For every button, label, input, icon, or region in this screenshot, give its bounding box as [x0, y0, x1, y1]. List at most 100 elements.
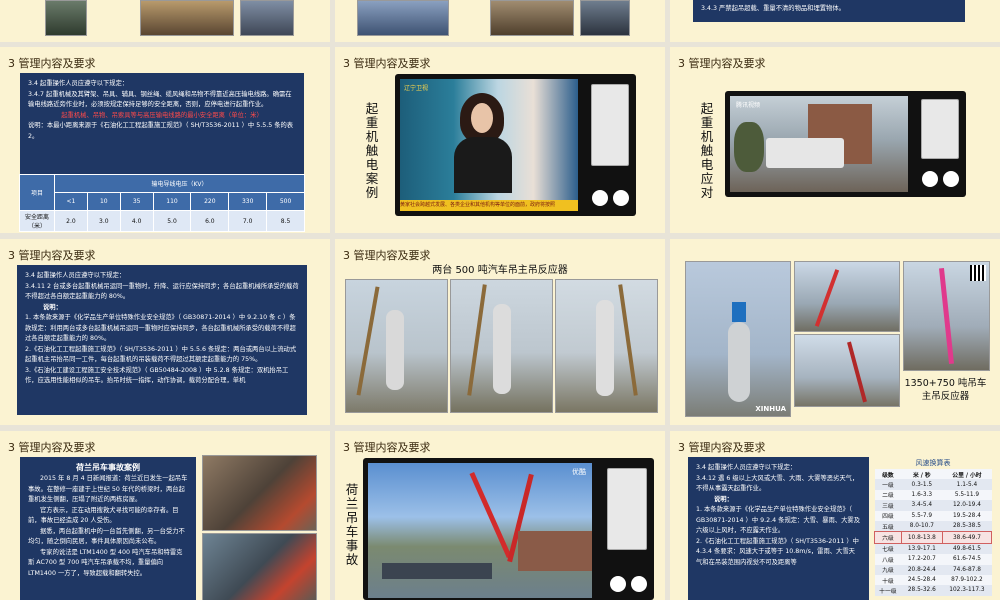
case-paragraph: 官方表示，正在动用搜救犬寻找可能的幸存者。目前，事故已经造成 20 人受伤。 [28, 506, 179, 525]
wind-cell: 3.4-5.4 [901, 500, 943, 511]
distance-cell: 2.0 [54, 210, 88, 232]
player-side-panel [591, 84, 629, 166]
vertical-caption: 起重机触电应对 [700, 101, 714, 200]
wind-cell: 1.6-3.3 [901, 489, 943, 501]
wind-cell: 13.9-17.1 [901, 543, 943, 555]
note-text: 说明：本最小距离来源于《石油化工工程起重施工规范》（ SH/T3536-2011… [28, 122, 294, 140]
vertical-caption: 荷兰吊车事故 [345, 482, 359, 567]
rule-heading: 3.4 起重操作人员应遵守以下规定： [25, 272, 126, 279]
play-button[interactable] [922, 171, 938, 187]
slide-title: 3 管理内容及要求 [678, 441, 766, 454]
video-screen[interactable]: 辽宁卫视 黄家社会跨越式发展、各类企业和其他机构等单位的面前，政府将按照 [400, 79, 578, 211]
slide-1[interactable]: 3 管理内容及要求 3.4 起重操作人员应遵守以下规定： 3.4.7 起重机械及… [0, 47, 330, 233]
note-text: 1. 本条款来源于《化学品生产单位特殊作业安全规范》（ GB30871-2014… [25, 314, 296, 342]
distance-cell: 5.0 [152, 210, 192, 232]
slide-top-middle[interactable] [335, 0, 665, 42]
table-row: 六级 10.8-13.8 38.6-49.7 [874, 531, 993, 544]
slide-title: 3 管理内容及要求 [343, 441, 431, 454]
table-row: 一级 0.3-1.5 1.1-5.4 [874, 479, 992, 490]
wind-cell: 七级 [874, 543, 902, 555]
slide-title: 3 管理内容及要求 [343, 57, 431, 70]
photo-thumbnail [580, 0, 630, 36]
rule-heading: 3.4 起重操作人员应遵守以下规定： [696, 464, 797, 471]
table-row-label: 安全距离（米） [19, 210, 55, 232]
table-row: 十级 24.5-28.4 87.9-102.2 [874, 574, 992, 586]
crane-boom [618, 284, 638, 396]
slide-4[interactable]: 3 管理内容及要求 3.4 起重操作人员应遵守以下规定： 3.4.11 2 台或… [0, 239, 330, 425]
video-screen[interactable]: 腾讯视频 [730, 96, 908, 192]
rule-text: 3.4.3 严禁起吊超载、重量不清的物品和埋置物体。 [701, 5, 845, 12]
voltage-cell: 35 [119, 192, 154, 211]
slide-6[interactable]: XINHUA 1350+750 吨吊车 主吊反应器 [670, 239, 1000, 425]
video-player[interactable]: 辽宁卫视 黄家社会跨越式发展、各类企业和其他机构等单位的面前，政府将按照 [395, 74, 636, 216]
video-screen[interactable]: 优酷 [368, 463, 592, 598]
channel-logo: 腾讯视频 [736, 102, 761, 109]
photo-thumbnail [240, 0, 294, 36]
photo-watermark: XINHUA [755, 405, 786, 413]
text-panel: 3.4 起重操作人员应遵守以下规定： 3.4.11 2 台或多台起重机械吊运同一… [17, 265, 307, 415]
reactor-vessel [386, 310, 404, 390]
wind-cell: 八级 [874, 554, 902, 565]
lifting-hook [732, 302, 746, 322]
wind-header-cell: 级数 [874, 469, 902, 480]
wind-cell: 61.6-74.5 [942, 554, 992, 565]
crane-boom [938, 268, 955, 364]
slide-top-right[interactable]: 3.4.3 严禁起吊超载、重量不清的物品和埋置物体。 [670, 0, 1000, 42]
photo-thumbnail [490, 0, 574, 36]
slide-top-left[interactable] [0, 0, 330, 42]
case-paragraph: 2015 年 8 月 4 日新闻报道：荷兰近日发生一起吊车事故。在整修一座建于上… [28, 475, 188, 503]
wind-cell: 十级 [874, 574, 902, 586]
crane-boom [814, 269, 840, 327]
tree [734, 122, 764, 172]
photo-crane-site [903, 261, 990, 371]
caption-line: 主吊反应器 [921, 391, 970, 402]
photo-caption: 1350+750 吨吊车 主吊反应器 [903, 377, 988, 403]
wind-cell: 102.3-117.3 [942, 585, 992, 596]
crane-boom [356, 286, 380, 396]
case-paragraph: 专家的说法是 LTM1400 型 400 吨汽车吊和特雷克斯 AC700 型 7… [28, 548, 183, 577]
wind-cell: 49.8-61.5 [942, 543, 992, 555]
photo-crane-site [794, 334, 900, 407]
video-player[interactable]: 腾讯视频 [725, 91, 966, 197]
rule-text: 3.4.7 起重机械及其臂架、吊具、辅具、钢丝绳、缆风绳和吊物不得靠近高压输电线… [28, 90, 292, 109]
table-row: 九级 20.8-24.4 74.6-87.8 [874, 564, 992, 575]
play-button[interactable] [592, 190, 608, 206]
photo-accident [202, 533, 317, 600]
slide-2[interactable]: 3 管理内容及要求 起重机触电案例 辽宁卫视 黄家社会跨越式发展、各类企业和其他… [335, 47, 665, 233]
player-side-panel [607, 468, 647, 550]
stop-button[interactable] [613, 190, 629, 206]
wind-cell: 5.5-7.9 [901, 510, 943, 521]
slide-7[interactable]: 3 管理内容及要求 荷兰吊车事故案例 2015 年 8 月 4 日新闻报道：荷兰… [0, 431, 330, 600]
stop-button[interactable] [943, 171, 959, 187]
safety-distance-table: 项目 输电导线电压（KV） <1 10 35 110 220 330 500 安全距离（米）… [19, 174, 305, 232]
table-row: 十一级 28.5-32.6 102.3-117.3 [874, 585, 992, 596]
table-row: 五级 8.0-10.7 28.5-38.5 [874, 520, 992, 532]
video-player[interactable]: 优酷 [363, 458, 654, 600]
crane-boom [467, 284, 487, 396]
player-side-panel [921, 99, 959, 159]
wind-cell: 12.0-19.4 [942, 500, 992, 511]
voltage-cell: 10 [86, 192, 121, 211]
case-paragraph: 据悉，两台起重机中的一台首先侧翻，另一台受力不均匀，随之倒向民居，事件具体原因尚… [28, 527, 185, 546]
photo-crane-lift [555, 279, 658, 413]
news-anchor-face [471, 103, 493, 133]
houses [518, 531, 592, 571]
wind-cell: 五级 [874, 520, 902, 532]
slide-9[interactable]: 3 管理内容及要求 3.4 起重操作人员应遵守以下规定： 3.4.12 遇 6 … [670, 431, 1000, 600]
wind-table-title: 风速换算表 [915, 459, 951, 467]
stop-button[interactable] [631, 576, 647, 592]
slide-5[interactable]: 3 管理内容及要求 两台 500 吨汽车吊主吊反应器 [335, 239, 665, 425]
qr-code-icon [970, 265, 986, 281]
wind-cell: 九级 [874, 564, 902, 575]
wind-cell: 三级 [874, 500, 902, 511]
slide-3[interactable]: 3 管理内容及要求 起重机触电应对 腾讯视频 [670, 47, 1000, 233]
slide-8[interactable]: 3 管理内容及要求 荷兰吊车事故 优酷 [335, 431, 665, 600]
channel-logo: 辽宁卫视 [404, 85, 429, 92]
wind-cell: 0.3-1.5 [901, 479, 943, 490]
play-button[interactable] [610, 576, 626, 592]
wind-cell: 74.6-87.8 [942, 564, 992, 575]
wind-cell: 二级 [874, 489, 902, 501]
wind-cell: 十一级 [874, 585, 902, 596]
voltage-cell: 110 [152, 192, 192, 211]
wind-cell: 20.8-24.4 [901, 564, 943, 575]
